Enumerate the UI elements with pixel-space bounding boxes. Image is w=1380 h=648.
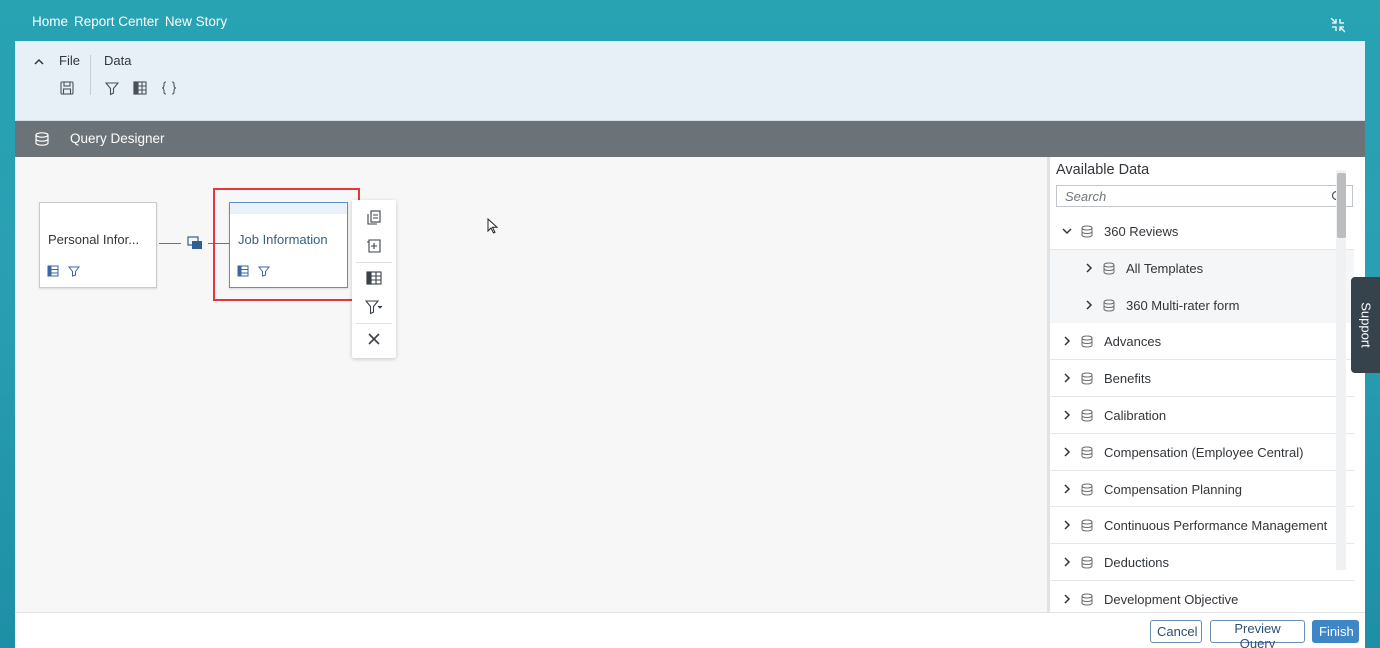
tree-item[interactable]: All Templates: [1050, 249, 1354, 287]
query-designer-title: Query Designer: [70, 131, 165, 146]
columns-icon[interactable]: [47, 265, 59, 277]
node-personal-information[interactable]: Personal Infor...: [39, 202, 157, 288]
finish-button[interactable]: Finish: [1312, 620, 1359, 643]
database-icon: [1103, 262, 1115, 275]
database-icon: [1081, 372, 1093, 385]
tab-file[interactable]: File: [59, 53, 80, 68]
tree-item[interactable]: Deductions: [1050, 544, 1354, 581]
toolbar-divider: [90, 55, 91, 95]
chevron-down-icon[interactable]: [1062, 226, 1072, 236]
braces-icon[interactable]: [161, 80, 177, 96]
tree-item-label: Development Objective: [1104, 591, 1239, 607]
chevron-right-icon[interactable]: [1062, 373, 1072, 383]
node-context-menu: [352, 200, 396, 358]
database-icon: [1081, 409, 1093, 422]
database-icon: [1081, 593, 1093, 606]
chevron-right-icon[interactable]: [1062, 557, 1072, 567]
tree-item[interactable]: Compensation Planning: [1050, 470, 1354, 508]
chevron-right-icon[interactable]: [1062, 484, 1072, 494]
tree-item-label: Continuous Performance Management: [1104, 518, 1328, 534]
data-source-tree: 360 Reviews All Templates 360 Multi-rater …: [1050, 213, 1354, 612]
save-icon[interactable]: [59, 80, 75, 96]
available-data-title: Available Data: [1056, 162, 1150, 178]
breadcrumb: Home Report Center New Story: [32, 14, 227, 29]
cancel-button[interactable]: Cancel: [1150, 620, 1202, 643]
chevron-up-icon[interactable]: [32, 55, 46, 69]
tree-item-label: Benefits: [1104, 371, 1151, 387]
tree-item-label: Calibration: [1104, 407, 1167, 423]
query-canvas[interactable]: Personal Infor... Job Information: [15, 157, 1047, 612]
database-icon: [1103, 299, 1115, 312]
available-data-panel: Available Data 360 ReviewsAll Templates3…: [1047, 157, 1365, 612]
table-icon[interactable]: [132, 80, 148, 96]
join-icon[interactable]: [187, 236, 203, 250]
search-input[interactable]: [1057, 186, 1327, 206]
tree-item-label: Deductions: [1104, 555, 1170, 571]
mouse-cursor-icon: [487, 218, 498, 234]
tree-item[interactable]: Benefits: [1050, 360, 1354, 397]
breadcrumb-report-center[interactable]: Report Center: [74, 14, 159, 29]
tree-item-label: All Templates: [1126, 260, 1204, 276]
add-related-icon[interactable]: [365, 237, 383, 255]
query-designer-header: Query Designer: [15, 121, 1365, 157]
duplicate-icon[interactable]: [365, 208, 383, 226]
tree-item[interactable]: Compensation (Employee Central): [1050, 433, 1354, 471]
close-icon[interactable]: [365, 330, 383, 348]
chevron-right-icon[interactable]: [1084, 263, 1094, 273]
chevron-right-icon[interactable]: [1062, 447, 1072, 457]
filter-icon[interactable]: [104, 80, 120, 96]
tree-item[interactable]: Calibration: [1050, 396, 1354, 434]
node-label: Personal Infor...: [48, 232, 140, 247]
join-line: [159, 243, 181, 244]
database-icon: [1081, 446, 1093, 459]
chevron-right-icon[interactable]: [1062, 594, 1072, 604]
menu-separator: [356, 323, 392, 324]
breadcrumb-home[interactable]: Home: [32, 14, 68, 29]
support-tab[interactable]: Support: [1351, 277, 1380, 373]
tree-item-label: 360 Multi-rater form: [1126, 297, 1240, 313]
tree-item[interactable]: 360 Multi-rater form: [1050, 286, 1354, 324]
database-icon: [1081, 483, 1093, 496]
filter-dropdown-icon[interactable]: [365, 298, 383, 316]
tree-item[interactable]: Continuous Performance Management: [1050, 507, 1354, 545]
tree-item-label: Compensation Planning: [1104, 481, 1243, 497]
menu-separator: [356, 262, 392, 263]
columns-icon[interactable]: [365, 269, 383, 287]
chevron-right-icon[interactable]: [1062, 336, 1072, 346]
database-icon: [1081, 556, 1093, 569]
scrollbar-thumb[interactable]: [1337, 173, 1346, 238]
story-window: File Data Query Designer Personal Infor.…: [15, 41, 1365, 648]
tree-item-label: Advances: [1104, 334, 1162, 350]
tree-item[interactable]: Development Objective: [1050, 580, 1354, 612]
tab-data[interactable]: Data: [104, 53, 131, 68]
preview-query-button[interactable]: Preview Query: [1210, 620, 1305, 648]
selection-highlight: [213, 188, 360, 301]
database-icon: [1081, 225, 1093, 238]
database-icon: [1081, 335, 1093, 348]
database-icon: [1081, 519, 1093, 532]
toolbar: File Data: [15, 41, 1365, 121]
tree-item[interactable]: 360 Reviews: [1050, 213, 1354, 250]
exit-fullscreen-icon[interactable]: [1330, 17, 1346, 33]
chevron-right-icon[interactable]: [1062, 520, 1072, 530]
support-label: Support: [1358, 302, 1373, 348]
chevron-right-icon[interactable]: [1062, 410, 1072, 420]
footer-bar: Cancel Preview Query Finish: [15, 612, 1365, 648]
filter-icon[interactable]: [68, 265, 80, 277]
tree-item[interactable]: Advances: [1050, 323, 1354, 361]
tree-item-label: Compensation (Employee Central): [1104, 444, 1304, 460]
search-field: [1056, 185, 1353, 207]
chevron-right-icon[interactable]: [1084, 300, 1094, 310]
shell-bar: Home Report Center New Story: [0, 0, 1380, 41]
tree-item-label: 360 Reviews: [1104, 224, 1179, 239]
database-icon: [35, 132, 49, 146]
breadcrumb-new-story: New Story: [164, 14, 228, 29]
